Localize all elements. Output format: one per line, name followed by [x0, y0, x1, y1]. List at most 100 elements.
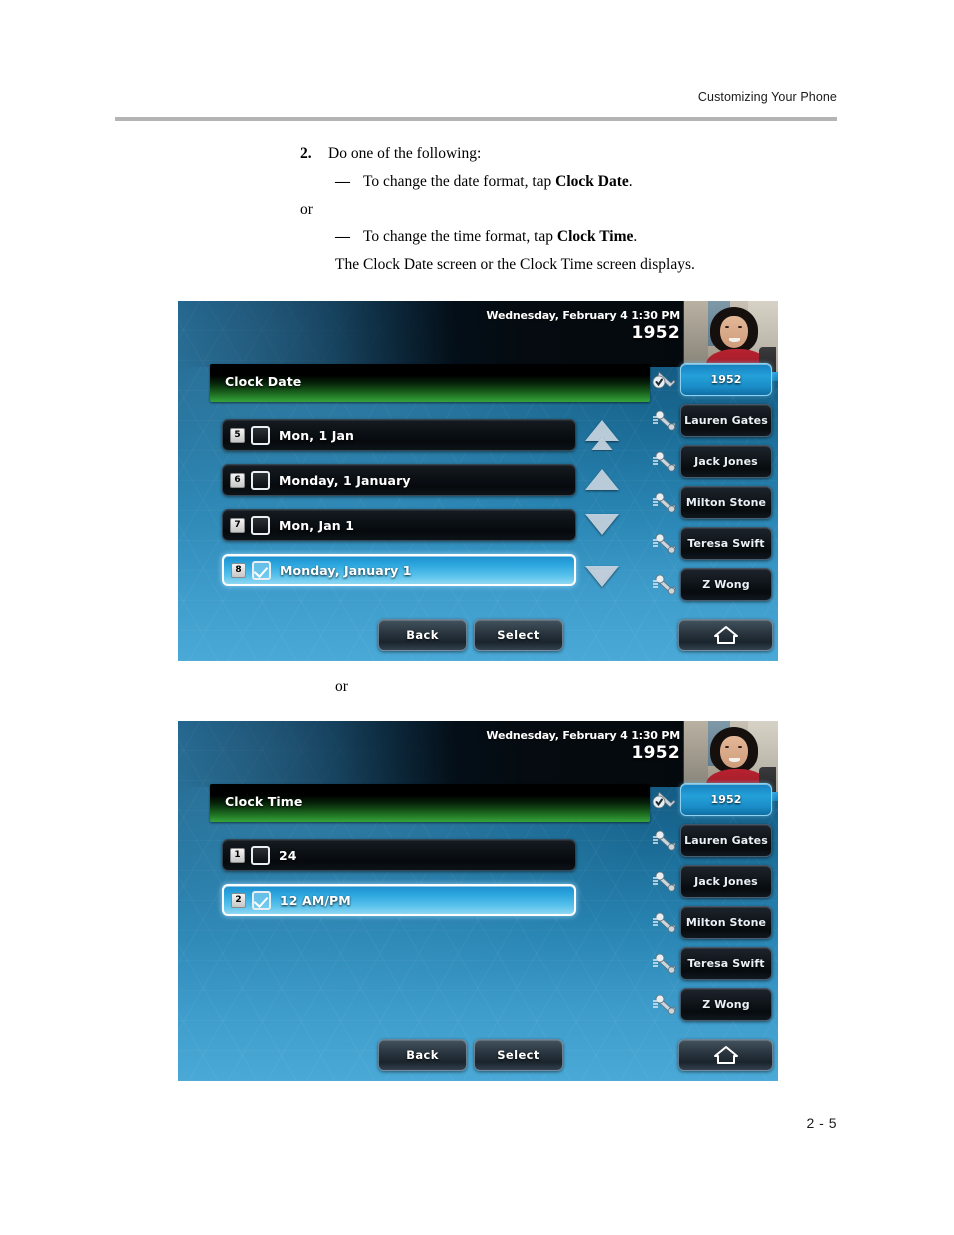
scroll-up-icon[interactable] — [582, 464, 622, 497]
line-key-button[interactable]: Jack Jones — [680, 865, 772, 898]
status-extension: 1952 — [631, 743, 680, 763]
select-button-label: Select — [497, 628, 540, 642]
status-bar: Wednesday, February 4 1:30 PM 1952 — [178, 301, 778, 381]
home-button[interactable] — [678, 619, 773, 651]
line-key-row[interactable]: 1952 — [648, 783, 778, 816]
checkbox-checked-icon[interactable] — [252, 560, 271, 580]
list-item-label: Monday, 1 January — [279, 472, 411, 488]
handset-icon — [652, 409, 678, 433]
line-key-label: Milton Stone — [685, 496, 767, 509]
back-button[interactable]: Back — [378, 1039, 467, 1071]
page-up-icon[interactable] — [582, 419, 622, 452]
checkbox-icon[interactable] — [251, 515, 270, 535]
line-key-label: Teresa Swift — [687, 537, 765, 550]
line-key-row[interactable]: Teresa Swift — [648, 527, 778, 560]
line-key-label: Z Wong — [702, 998, 750, 1011]
line-key-row[interactable]: Z Wong — [648, 988, 778, 1021]
instruction-block: 2. Do one of the following: — To change … — [300, 146, 820, 273]
list-item[interactable]: 1 24 — [222, 839, 576, 871]
list-item-label: Monday, January 1 — [280, 562, 412, 578]
line-key-label: Teresa Swift — [687, 957, 765, 970]
select-button[interactable]: Select — [474, 1039, 563, 1071]
scroll-down-icon[interactable] — [582, 509, 622, 542]
phone-screenshot-clock-date: Wednesday, February 4 1:30 PM 1952 Clock… — [178, 301, 778, 661]
bullet-clock-date-text: To change the date format, tap Clock Dat… — [363, 172, 820, 190]
list-item-selected[interactable]: 8 Monday, January 1 — [222, 554, 576, 586]
list-item[interactable]: 5 Mon, 1 Jan — [222, 419, 576, 451]
list-item-index: 2 — [231, 892, 246, 908]
handset-icon — [652, 952, 678, 976]
list-item-index: 8 — [231, 562, 246, 578]
line-key-button[interactable]: Milton Stone — [680, 486, 772, 519]
select-button-label: Select — [497, 1048, 540, 1062]
handset-icon — [652, 532, 678, 556]
home-button[interactable] — [678, 1039, 773, 1071]
line-key-row[interactable]: Milton Stone — [648, 486, 778, 519]
handset-icon — [652, 870, 678, 894]
line-key-button[interactable]: Teresa Swift — [680, 947, 772, 980]
clock-time-keyword: Clock Time — [556, 228, 634, 245]
handset-icon — [652, 573, 678, 597]
line-key-row[interactable]: Lauren Gates — [648, 404, 778, 437]
line-key-label: Lauren Gates — [684, 834, 768, 847]
status-extension: 1952 — [631, 323, 680, 343]
line-key-row[interactable]: Jack Jones — [648, 445, 778, 478]
clock-time-options-list: 1 24 2 12 AM/PM — [222, 839, 576, 929]
line-key-button[interactable]: Lauren Gates — [680, 824, 772, 857]
handset-icon — [652, 993, 678, 1017]
list-item-label: Mon, 1 Jan — [279, 427, 355, 443]
step-text: Do one of the following: — [328, 145, 482, 162]
checkbox-checked-icon[interactable] — [252, 890, 271, 910]
list-item-index: 1 — [230, 847, 245, 863]
or-separator-1: or — [300, 200, 313, 218]
home-icon — [712, 624, 740, 646]
line-key-button[interactable]: Lauren Gates — [680, 404, 772, 437]
bullet-2-prefix: To change the time format, tap — [363, 228, 557, 245]
line-key-row[interactable]: 1952 — [648, 363, 778, 396]
page-header: Customizing Your Phone — [115, 88, 837, 106]
handset-check-icon — [652, 788, 678, 812]
handset-check-icon — [652, 368, 678, 392]
page-down-icon[interactable] — [582, 554, 622, 587]
line-key-row[interactable]: Lauren Gates — [648, 824, 778, 857]
checkbox-icon[interactable] — [251, 425, 270, 445]
status-datetime: Wednesday, February 4 1:30 PM — [486, 309, 680, 322]
dash-marker: — — [335, 173, 350, 190]
line-key-label: Z Wong — [702, 578, 750, 591]
dash-marker: — — [335, 229, 350, 245]
line-key-row[interactable]: Teresa Swift — [648, 947, 778, 980]
back-button[interactable]: Back — [378, 619, 467, 651]
select-button[interactable]: Select — [474, 619, 563, 651]
list-item-selected[interactable]: 2 12 AM/PM — [222, 884, 576, 916]
line-key-button[interactable]: Jack Jones — [680, 445, 772, 478]
screen-title: Clock Date — [225, 374, 302, 389]
header-divider — [115, 117, 837, 121]
list-item[interactable]: 7 Mon, Jan 1 — [222, 509, 576, 541]
checkbox-icon[interactable] — [251, 845, 270, 865]
checkbox-icon[interactable] — [251, 470, 270, 490]
soft-key-bar: Back Select — [178, 1039, 778, 1073]
line-key-button[interactable]: Z Wong — [680, 988, 772, 1021]
list-item-label: 12 AM/PM — [280, 892, 351, 908]
list-item[interactable]: 6 Monday, 1 January — [222, 464, 576, 496]
page-header-title: Customizing Your Phone — [697, 90, 837, 104]
line-key-row[interactable]: Milton Stone — [648, 906, 778, 939]
screen-title-bar: Clock Date — [210, 364, 650, 402]
bullet-1-suffix: . — [628, 172, 633, 190]
line-key-button[interactable]: 1952 — [680, 783, 772, 816]
line-key-button[interactable]: 1952 — [680, 363, 772, 396]
list-item-index: 5 — [230, 427, 245, 443]
line-key-label: Jack Jones — [694, 455, 758, 468]
clock-date-keyword: Clock Date — [555, 172, 629, 190]
handset-icon — [652, 911, 678, 935]
line-key-panel: 1952 Lauren Gates Jack Jones Milton Ston… — [648, 363, 778, 609]
phone-screenshot-clock-time: Wednesday, February 4 1:30 PM 1952 Clock… — [178, 721, 778, 1081]
line-key-row[interactable]: Jack Jones — [648, 865, 778, 898]
line-key-row[interactable]: Z Wong — [648, 568, 778, 601]
line-key-button[interactable]: Teresa Swift — [680, 527, 772, 560]
line-key-button[interactable]: Z Wong — [680, 568, 772, 601]
bullet-clock-time-text: To change the time format, tap Clock Tim… — [363, 229, 820, 245]
line-key-button[interactable]: Milton Stone — [680, 906, 772, 939]
closing-text: The Clock Date screen or the Clock Time … — [335, 256, 695, 273]
back-button-label: Back — [406, 628, 439, 642]
